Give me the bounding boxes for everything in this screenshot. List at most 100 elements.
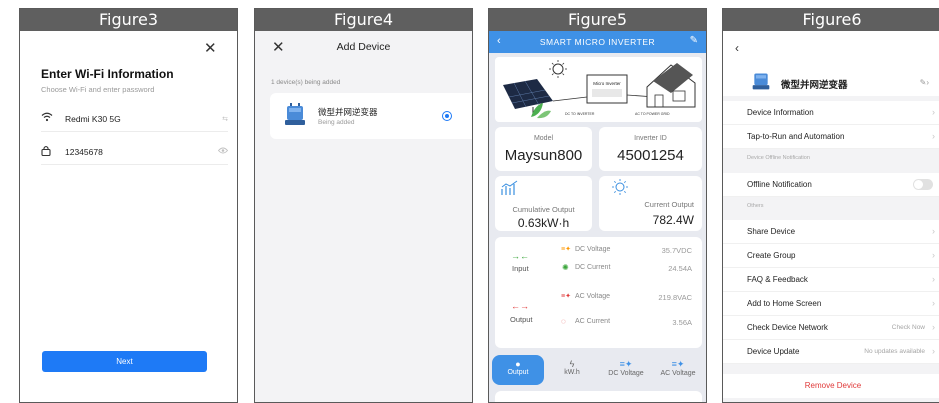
input-label: Input <box>512 264 529 273</box>
model-value: Maysun800 <box>504 147 583 164</box>
wifi-ssid-field[interactable]: Redmi K30 5G ⇆ <box>41 106 228 132</box>
add-to-home-row[interactable]: Add to Home Screen › <box>723 292 939 316</box>
bar-chart-icon <box>501 180 519 199</box>
check-network-row[interactable]: Check Device Network Check Now › <box>723 316 939 340</box>
row-label: Offline Notification <box>747 180 812 189</box>
switch-network-icon[interactable]: ⇆ <box>222 115 228 123</box>
tab-output[interactable]: ● Output <box>492 355 544 385</box>
illus-dc-label: DC TO INVERTER <box>565 112 595 116</box>
edit-icon[interactable]: ✎ <box>690 35 698 46</box>
ac-voltage-value: 219.8VAC <box>658 293 692 302</box>
page-title: Enter Wi-Fi Information <box>41 67 174 81</box>
page-subtitle: Choose Wi-Fi and enter password <box>41 85 155 94</box>
offline-notification-row[interactable]: Offline Notification <box>723 173 939 197</box>
cumulative-value: 0.63kW·h <box>517 216 570 230</box>
dc-current-icon: ✺ <box>562 263 569 272</box>
inverter-id-card: Inverter ID 45001254 <box>599 127 702 171</box>
panel-title: Figure3 <box>20 9 237 31</box>
cumulative-label: Cumulative Output <box>512 205 575 214</box>
tab-ac-voltage-label: AC Voltage <box>660 370 696 377</box>
tap-to-run-row[interactable]: Tap-to-Run and Automation › <box>723 125 939 149</box>
current-output-label: Current Output <box>644 200 694 209</box>
chart-area <box>495 391 702 402</box>
row-label: Share Device <box>747 227 796 236</box>
chevron-right-icon: › <box>932 274 935 284</box>
section-header-others: Others <box>747 203 764 209</box>
device-name: 微型并网逆变器 <box>318 107 378 117</box>
input-arrows-icon: →← <box>511 251 529 261</box>
system-illustration: Micro Inverter DC TO INVERTER AC TO POWE… <box>495 57 702 122</box>
figure3-panel: Figure3 ✕ Enter Wi-Fi Information Choose… <box>19 8 238 403</box>
chevron-right-icon: › <box>932 226 935 236</box>
inverter-header: ‹ SMART MICRO INVERTER ✎ <box>489 31 706 53</box>
row-label: FAQ & Feedback <box>747 275 808 284</box>
illus-box-label: Micro Inverter <box>593 81 621 86</box>
sun-icon <box>611 178 629 199</box>
back-icon[interactable]: ‹ <box>735 41 739 55</box>
device-settings-screen: ‹ 微型并网逆变器 ✎› Device Information › Tap-to… <box>723 31 939 402</box>
create-group-row[interactable]: Create Group › <box>723 244 939 268</box>
panel-title: Figure4 <box>255 9 472 31</box>
tab-output-label: Output <box>507 369 529 376</box>
section-header-offline: Device Offline Notification <box>747 155 810 161</box>
row-label: Tap-to-Run and Automation <box>747 132 845 141</box>
device-name: 微型并网逆变器 <box>781 80 848 91</box>
password-value: 12345678 <box>65 146 103 157</box>
inverter-device-icon <box>751 71 771 96</box>
model-card: Model Maysun800 <box>495 127 592 171</box>
dot-icon: ● <box>515 359 521 369</box>
chevron-right-icon: › <box>932 346 935 356</box>
eye-icon[interactable] <box>217 147 229 156</box>
chevron-right-icon: › <box>932 131 935 141</box>
share-device-row[interactable]: Share Device › <box>723 220 939 244</box>
lightning-icon: ϟ <box>569 359 575 369</box>
ac-icon: ≡✦ <box>671 359 685 369</box>
dc-icon: ≡✦ <box>619 359 633 369</box>
wifi-screen: ✕ Enter Wi-Fi Information Choose Wi-Fi a… <box>20 31 237 402</box>
inverter-title: SMART MICRO INVERTER <box>539 37 656 47</box>
edit-icon[interactable]: ✎› <box>920 78 929 87</box>
ssid-value: Redmi K30 5G <box>65 113 121 124</box>
ac-voltage-icon: ≡✦ <box>561 293 571 300</box>
offline-notification-toggle[interactable] <box>913 179 933 190</box>
dc-voltage-icon: ≡✦ <box>561 246 571 253</box>
device-status: Being added <box>318 119 355 126</box>
tab-kwh-label: kW.h <box>564 369 580 376</box>
password-field[interactable]: 12345678 <box>41 139 229 165</box>
tab-kwh[interactable]: ϟ kW.h <box>546 355 598 385</box>
faq-feedback-row[interactable]: FAQ & Feedback › <box>723 268 939 292</box>
close-icon[interactable]: ✕ <box>204 41 217 56</box>
dc-voltage-label: DC Voltage <box>575 246 611 253</box>
output-label: Output <box>510 315 533 324</box>
chevron-right-icon: › <box>932 107 935 117</box>
tab-dc-voltage-label: DC Voltage <box>608 370 644 377</box>
chevron-right-icon: › <box>932 250 935 260</box>
output-arrows-icon: ←→ <box>511 301 529 311</box>
current-output-card: Current Output 782.4W <box>599 176 702 231</box>
ac-current-value: 3.56A <box>672 318 692 327</box>
next-button[interactable]: Next <box>42 351 207 372</box>
dc-voltage-value: 35.7VDC <box>661 246 692 255</box>
panel-title: Figure5 <box>489 9 706 31</box>
added-count: 1 device(s) being added <box>271 79 341 86</box>
row-value: No updates available <box>864 348 925 355</box>
tab-ac-voltage[interactable]: ≡✦ AC Voltage <box>652 355 704 385</box>
row-label: Device Information <box>747 108 814 117</box>
model-label: Model <box>533 135 554 142</box>
row-label: Check Device Network <box>747 323 828 332</box>
figure4-panel: Figure4 ✕ Add Device 1 device(s) being a… <box>254 8 473 403</box>
ac-voltage-label: AC Voltage <box>575 293 611 300</box>
device-information-row[interactable]: Device Information › <box>723 101 939 125</box>
figure5-panel: Figure5 ‹ SMART MICRO INVERTER ✎ Micro I… <box>488 8 707 403</box>
ac-current-label: AC Current <box>575 318 611 325</box>
row-label: Add to Home Screen <box>747 299 822 308</box>
remove-device-button[interactable]: Remove Device <box>723 374 939 398</box>
chevron-right-icon: › <box>932 298 935 308</box>
lock-icon <box>41 145 59 159</box>
ac-current-icon: ◌ <box>561 317 566 326</box>
device-update-row[interactable]: Device Update No updates available › <box>723 340 939 364</box>
page-title: Add Device <box>336 41 391 53</box>
chart-tabs: ● Output ϟ kW.h ≡✦ DC Voltage ≡✦ AC Volt… <box>492 355 704 387</box>
tab-dc-voltage[interactable]: ≡✦ DC Voltage <box>600 355 652 385</box>
device-card[interactable]: 微型并网逆变器 Being added <box>270 93 472 139</box>
